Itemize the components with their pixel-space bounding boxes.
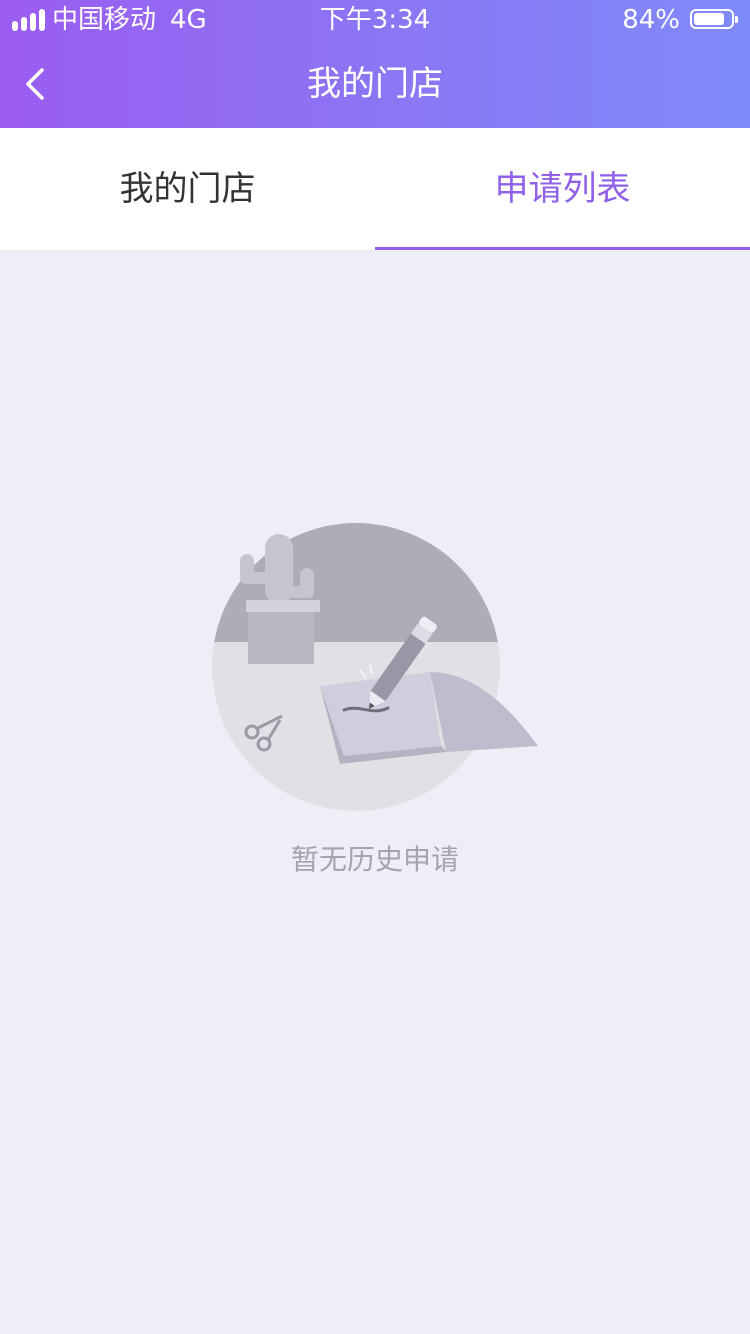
tab-bar: 我的门店 申请列表 xyxy=(0,128,750,250)
tab-my-stores[interactable]: 我的门店 xyxy=(0,128,375,250)
header: 中国移动 4G 下午3:34 84% 我的门店 xyxy=(0,0,750,128)
page-title: 我的门店 xyxy=(307,64,443,104)
back-button[interactable] xyxy=(18,58,58,110)
active-tab-indicator xyxy=(375,247,750,250)
battery-icon xyxy=(690,9,738,29)
notebook-icon xyxy=(320,672,538,764)
empty-state-message: 暂无历史申请 xyxy=(290,843,459,876)
empty-state-illustration xyxy=(212,523,538,811)
chevron-left-icon xyxy=(26,68,44,100)
navigation-bar: 我的门店 xyxy=(0,40,750,128)
status-bar: 中国移动 4G 下午3:34 84% xyxy=(0,0,750,40)
tab-application-list[interactable]: 申请列表 xyxy=(375,128,750,250)
battery-percentage: 84% xyxy=(622,5,680,35)
